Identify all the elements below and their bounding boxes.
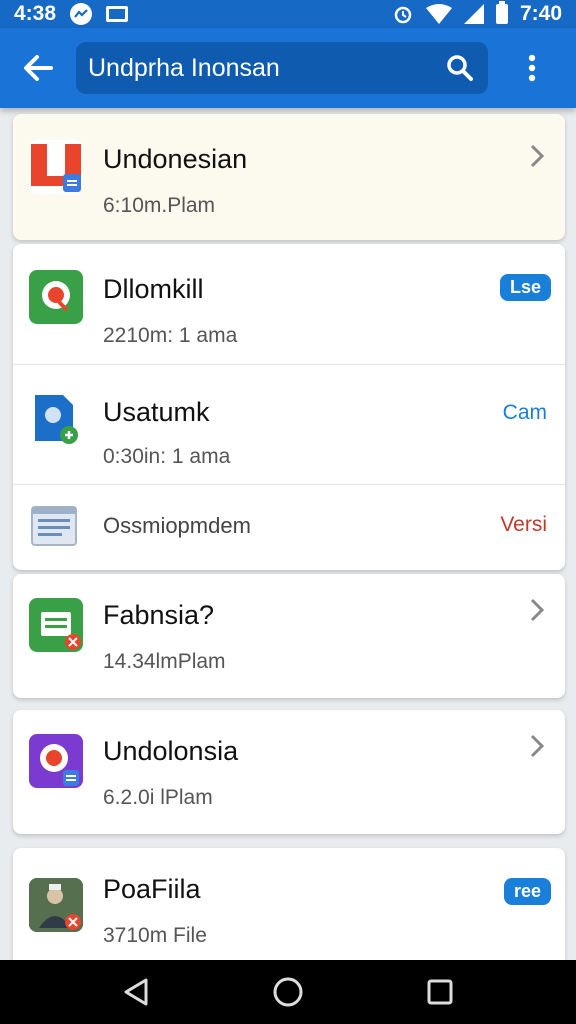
search-button[interactable]: [444, 52, 476, 84]
status-badge[interactable]: Lse: [499, 274, 551, 301]
item-title: Ossmiopmdem: [103, 513, 251, 538]
sheets-app-icon: [29, 598, 83, 652]
item-title: Usatumk: [103, 397, 210, 427]
search-icon: [447, 55, 473, 81]
battery-icon: [495, 1, 508, 24]
chevron-right-icon: [530, 734, 545, 758]
search-field[interactable]: Undprha Inonsan: [76, 42, 488, 94]
list-item[interactable]: Fabnsia? 14.34lmPlam: [13, 574, 565, 698]
list-item[interactable]: Undonesian 6:10m.Plam: [13, 114, 565, 240]
arrow-back-icon: [24, 55, 53, 81]
item-title: Undolonsia: [103, 736, 239, 766]
list-card[interactable]: Undolonsia 6.2.0i lPlam: [13, 710, 565, 834]
list-card[interactable]: Undonesian 6:10m.Plam: [13, 114, 565, 240]
alarm-icon: [394, 6, 412, 24]
maps-app-icon: [29, 270, 83, 324]
more-vert-icon: [528, 54, 536, 82]
messenger-icon: [70, 3, 93, 25]
square-recents-icon: [427, 979, 453, 1005]
status-badge[interactable]: ree: [503, 878, 551, 905]
list-item[interactable]: Dllomkill 2210m: 1 ama Lse: [13, 244, 565, 364]
status-time-left: 4:38: [14, 2, 57, 25]
chevron-right-icon: [530, 598, 545, 622]
wifi-icon: [425, 4, 452, 24]
item-title: Dllomkill: [103, 274, 204, 304]
notification-icon: [106, 6, 129, 22]
circle-home-icon: [273, 977, 303, 1007]
list-item[interactable]: Undolonsia 6.2.0i lPlam: [13, 710, 565, 834]
list-item[interactable]: Usatumk 0:30in: 1 ama Cam: [13, 364, 565, 484]
document-app-icon: [29, 140, 83, 194]
back-button[interactable]: [0, 28, 76, 108]
chevron-right-icon: [530, 144, 545, 168]
item-subtitle: 2210m: 1 ama: [103, 324, 238, 347]
list-item[interactable]: Ossmiopmdem Versi: [13, 484, 565, 570]
nav-back-button[interactable]: [106, 962, 166, 1022]
signal-icon: [463, 4, 484, 24]
item-subtitle: 6:10m.Plam: [103, 194, 216, 217]
item-subtitle: 0:30in: 1 ama: [103, 445, 231, 468]
triangle-back-icon: [124, 978, 148, 1006]
status-time-right: 7:40: [519, 2, 562, 25]
system-nav-bar: [0, 960, 576, 1024]
list-card: Dllomkill 2210m: 1 ama Lse Usatumk 0:30i…: [13, 244, 565, 570]
nav-recents-button[interactable]: [410, 962, 470, 1022]
list-card[interactable]: PoaFiila 3710m File ree: [13, 848, 565, 960]
item-title: Undonesian: [103, 144, 248, 174]
item-title: PoaFiila: [103, 874, 201, 904]
list-item[interactable]: PoaFiila 3710m File ree: [13, 848, 565, 960]
nav-home-button[interactable]: [258, 962, 318, 1022]
camera-app-icon: [29, 734, 83, 788]
item-subtitle: 3710m File: [103, 924, 207, 947]
item-subtitle: 6.2.0i lPlam: [103, 786, 213, 809]
status-bar: 4:38 7:40: [0, 0, 576, 28]
app-bar: Undprha Inonsan: [0, 28, 576, 108]
list-card[interactable]: Fabnsia? 14.34lmPlam: [13, 574, 565, 698]
photo-app-icon: [29, 878, 83, 932]
file-app-icon: [29, 391, 83, 445]
item-subtitle: 14.34lmPlam: [103, 650, 226, 673]
search-input[interactable]: Undprha Inonsan: [88, 54, 444, 83]
app-list: Undonesian 6:10m.Plam Dllomkill 2210m: 1…: [0, 108, 576, 960]
notes-app-icon: [29, 501, 83, 555]
more-options-button[interactable]: [488, 28, 576, 108]
item-action-button[interactable]: Cam: [503, 401, 547, 425]
item-action-button[interactable]: Versi: [500, 513, 547, 537]
item-title: Fabnsia?: [103, 600, 215, 630]
